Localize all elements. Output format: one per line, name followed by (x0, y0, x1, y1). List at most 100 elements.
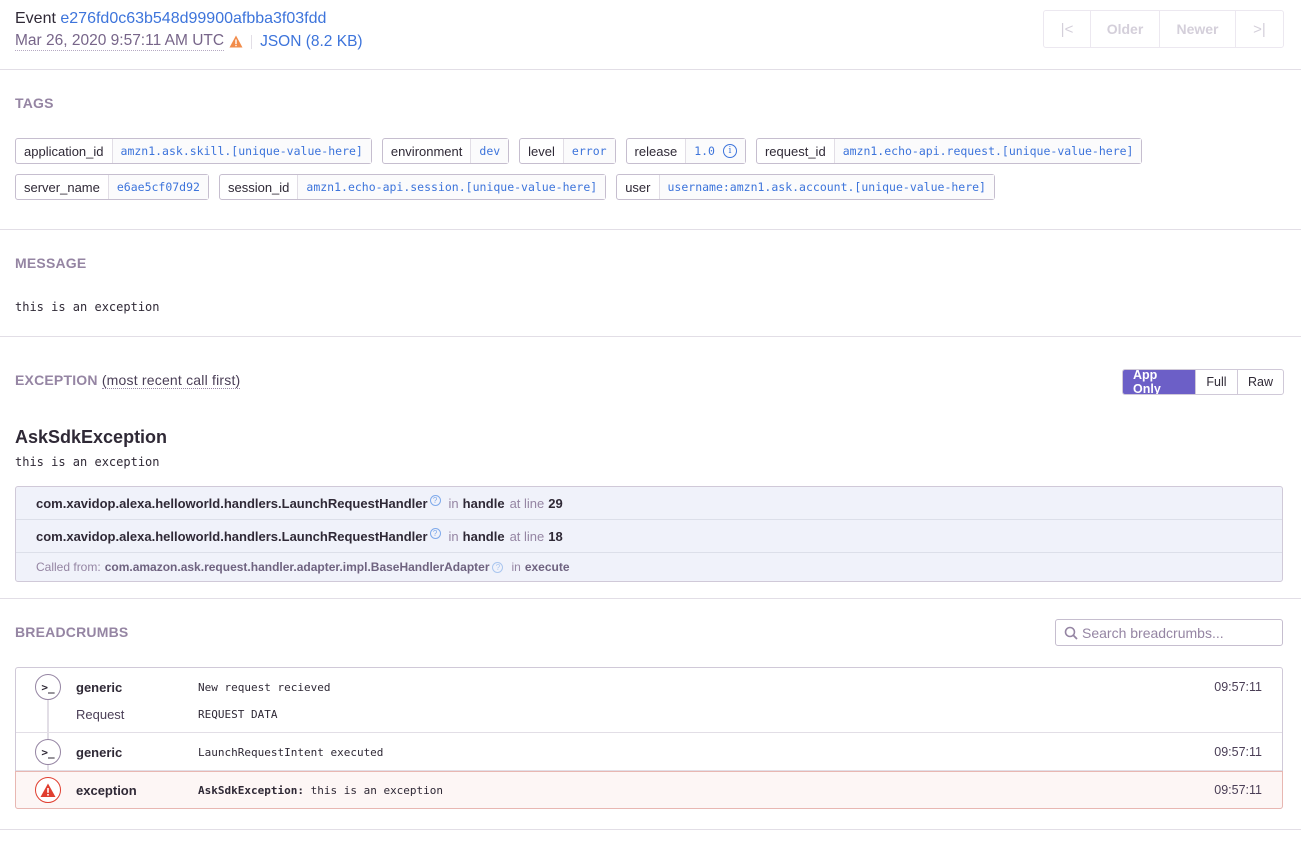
app-only-button[interactable]: App Only (1123, 370, 1195, 394)
json-link[interactable]: JSON (8.2 KB) (260, 33, 363, 51)
terminal-icon: >_ (35, 739, 61, 765)
last-icon: >| (1253, 20, 1266, 38)
frame-method: handle (462, 495, 505, 511)
called-from-path: com.amazon.ask.request.handler.adapter.i… (104, 560, 490, 574)
frame-method: handle (462, 528, 505, 544)
called-from-row[interactable]: Called from: com.amazon.ask.request.hand… (16, 553, 1282, 581)
breadcrumb-message: New request recieved (198, 681, 331, 694)
error-icon (35, 777, 61, 803)
event-date: Mar 26, 2020 9:57:11 AM UTC (15, 32, 225, 51)
breadcrumb-time: 09:57:11 (1214, 783, 1262, 797)
breadcrumb-item[interactable]: >_ generic New request recieved 09:57:11… (16, 668, 1282, 733)
older-event-button[interactable]: Older (1091, 11, 1160, 47)
breadcrumbs-search-input[interactable]: Search breadcrumbs... (1055, 619, 1283, 646)
tag-value[interactable]: amzn1.echo-api.request.[unique-value-her… (834, 139, 1142, 163)
stack-frame[interactable]: com.xavidop.alexa.helloworld.handlers.La… (16, 487, 1282, 520)
breadcrumbs-title: BREADCRUMBS (15, 624, 129, 640)
breadcrumb-time: 09:57:11 (1214, 680, 1262, 694)
tag-release[interactable]: release 1.0 i (625, 138, 746, 164)
tags-title: TAGS (15, 95, 54, 111)
stacktrace-frames: com.xavidop.alexa.helloworld.handlers.La… (15, 486, 1283, 582)
frame-at-line-label: at line (509, 528, 545, 544)
raw-button[interactable]: Raw (1237, 370, 1283, 394)
exception-title: EXCEPTION (most recent call first) (15, 372, 241, 389)
breadcrumb-message: LaunchRequestIntent executed (198, 746, 384, 759)
event-meta: Mar 26, 2020 9:57:11 AM UTC JSON (8.2 KB… (15, 32, 363, 51)
breadcrumbs-list: >_ generic New request recieved 09:57:11… (15, 667, 1283, 809)
help-icon[interactable]: ? (492, 561, 504, 573)
event-title: Event e276fd0c63b548d99900afbba3f03fdd (15, 10, 326, 28)
tag-session-id[interactable]: session_id amzn1.echo-api.session.[unique… (218, 174, 607, 200)
tag-application-id[interactable]: application_id amzn1.ask.skill.[unique-va… (15, 138, 372, 164)
breadcrumb-category: generic (76, 680, 123, 695)
event-id[interactable]: e276fd0c63b548d99900afbba3f03fdd (60, 10, 326, 27)
breadcrumb-message-text: this is an exception (310, 784, 444, 797)
warning-icon (229, 35, 243, 48)
tag-request-id[interactable]: request_id amzn1.echo-api.request.[unique… (755, 138, 1143, 164)
event-header: Event e276fd0c63b548d99900afbba3f03fdd M… (0, 0, 1301, 70)
breadcrumb-data-label: Request (76, 707, 125, 722)
tag-value[interactable]: error (563, 139, 615, 163)
tag-key: session_id (220, 175, 299, 199)
tag-key: server_name (16, 175, 109, 199)
frame-function-path: com.xavidop.alexa.helloworld.handlers.La… (36, 495, 428, 511)
tag-key: application_id (16, 139, 113, 163)
tag-value[interactable]: dev (471, 139, 509, 163)
stacktrace-view-toggle: App Only Full Raw (1122, 369, 1284, 395)
tag-key: release (627, 139, 687, 163)
tags-row: application_id amzn1.ask.skill.[unique-va… (15, 138, 1265, 164)
breadcrumb-item[interactable]: >_ generic LaunchRequestIntent executed … (16, 733, 1282, 771)
exception-heading: EXCEPTION (15, 372, 98, 388)
help-icon[interactable]: ? (429, 494, 441, 506)
called-from-method: execute (524, 560, 570, 574)
divider (251, 34, 253, 49)
info-icon[interactable]: i (722, 144, 737, 158)
tag-value[interactable]: amzn1.ask.skill.[unique-value-here] (112, 139, 371, 163)
help-icon[interactable]: ? (429, 527, 441, 539)
breadcrumb-time: 09:57:11 (1214, 745, 1262, 759)
breadcrumb-message: AskSdkException: this is an exception (198, 784, 443, 797)
tag-value[interactable]: e6ae5cf07d92 (108, 175, 208, 199)
frame-at-line-label: at line (509, 495, 545, 511)
newer-event-button[interactable]: Newer (1160, 11, 1236, 47)
frame-line-number: 18 (548, 528, 563, 544)
tag-key: environment (383, 139, 472, 163)
tags-list: application_id amzn1.ask.skill.[unique-va… (15, 138, 1265, 210)
called-from-label: Called from: (36, 560, 101, 574)
tag-level[interactable]: level error (519, 138, 616, 164)
first-icon: |< (1060, 20, 1074, 38)
tag-value[interactable]: 1.0 (694, 144, 715, 158)
full-button[interactable]: Full (1195, 370, 1237, 394)
exception-type: AskSdkException (15, 427, 168, 447)
breadcrumb-message-type: AskSdkException: (198, 784, 304, 797)
oldest-event-button[interactable]: |< (1044, 11, 1091, 47)
tag-value[interactable]: username:amzn1.ask.account.[unique-value… (659, 175, 994, 199)
tag-server-name[interactable]: server_name e6ae5cf07d92 (15, 174, 209, 200)
terminal-icon: >_ (35, 674, 61, 700)
breadcrumb-category: exception (76, 783, 137, 798)
frame-in-label: in (448, 495, 459, 511)
frame-function-path: com.xavidop.alexa.helloworld.handlers.La… (36, 528, 428, 544)
tag-value-wrap[interactable]: 1.0 i (686, 139, 745, 163)
tags-row: server_name e6ae5cf07d92 session_id amzn1.… (15, 174, 1265, 200)
tag-key: request_id (757, 139, 835, 163)
stack-frame[interactable]: com.xavidop.alexa.helloworld.handlers.La… (16, 520, 1282, 553)
tag-value[interactable]: amzn1.echo-api.session.[unique-value-her… (298, 175, 606, 199)
exception-value: this is an exception (15, 455, 160, 469)
breadcrumb-category: generic (76, 745, 123, 760)
frame-in-label: in (448, 528, 459, 544)
called-from-in-label: in (511, 560, 521, 574)
exception-order-note: (most recent call first) (101, 372, 241, 389)
warning-triangle-icon (40, 783, 56, 797)
breadcrumb-item-error[interactable]: exception AskSdkException: this is an ex… (15, 771, 1283, 809)
message-text: this is an exception (15, 300, 160, 314)
tag-user[interactable]: user username:amzn1.ask.account.[unique-v… (616, 174, 995, 200)
search-icon (1064, 626, 1078, 640)
message-section: MESSAGE (0, 230, 1301, 337)
search-placeholder: Search breadcrumbs... (1082, 624, 1224, 641)
frame-line-number: 29 (548, 495, 563, 511)
tag-environment[interactable]: environment dev (381, 138, 510, 164)
event-label: Event (15, 10, 56, 27)
tag-key: user (617, 175, 660, 199)
newest-event-button[interactable]: >| (1236, 11, 1283, 47)
